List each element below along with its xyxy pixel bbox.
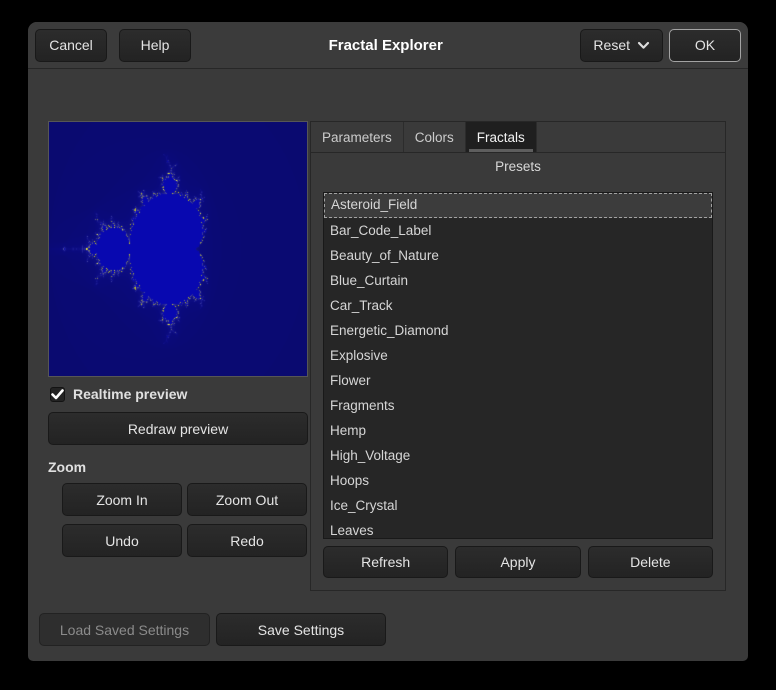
- preset-item[interactable]: Bar_Code_Label: [324, 218, 712, 243]
- realtime-preview-checkbox[interactable]: Realtime preview: [50, 385, 187, 403]
- redraw-preview-button[interactable]: Redraw preview: [48, 412, 308, 445]
- presets-title: Presets: [311, 159, 725, 174]
- undo-button[interactable]: Undo: [62, 524, 182, 557]
- fractal-preview-frame: [48, 121, 308, 377]
- titlebar-left-actions: Cancel Help: [35, 29, 191, 62]
- load-saved-settings-button: Load Saved Settings: [39, 613, 210, 646]
- preset-item[interactable]: Energetic_Diamond: [324, 318, 712, 343]
- preset-item[interactable]: Blue_Curtain: [324, 268, 712, 293]
- refresh-button[interactable]: Refresh: [323, 546, 448, 578]
- dialog-title: Fractal Explorer: [191, 37, 580, 54]
- realtime-preview-label: Realtime preview: [73, 386, 187, 402]
- preset-item[interactable]: Flower: [324, 368, 712, 393]
- preset-item[interactable]: Hemp: [324, 418, 712, 443]
- preset-item[interactable]: Beauty_of_Nature: [324, 243, 712, 268]
- tab-bar: ParametersColorsFractals: [311, 122, 725, 153]
- zoom-in-button[interactable]: Zoom In: [62, 483, 182, 516]
- fractal-explorer-dialog: Cancel Help Fractal Explorer Reset OK Re…: [28, 22, 748, 661]
- presets-list[interactable]: Asteroid_FieldBar_Code_LabelBeauty_of_Na…: [323, 192, 713, 539]
- titlebar-right-actions: Reset OK: [580, 29, 741, 62]
- preset-item[interactable]: High_Voltage: [324, 443, 712, 468]
- fractal-preview[interactable]: [49, 122, 307, 376]
- zoom-out-button[interactable]: Zoom Out: [187, 483, 307, 516]
- tab-fractals[interactable]: Fractals: [466, 122, 537, 152]
- tab-parameters[interactable]: Parameters: [311, 122, 404, 152]
- ok-button[interactable]: OK: [669, 29, 741, 62]
- preset-action-buttons: Refresh Apply Delete: [323, 546, 713, 578]
- save-settings-button[interactable]: Save Settings: [216, 613, 386, 646]
- preset-item[interactable]: Ice_Crystal: [324, 493, 712, 518]
- reset-dropdown-button[interactable]: Reset: [580, 29, 663, 62]
- settings-notebook: ParametersColorsFractals Presets Asteroi…: [310, 121, 726, 591]
- zoom-section-label: Zoom: [48, 459, 86, 475]
- titlebar: Cancel Help Fractal Explorer Reset OK: [28, 22, 748, 69]
- preset-item[interactable]: Car_Track: [324, 293, 712, 318]
- checkbox-checked-icon: [50, 387, 65, 402]
- zoom-button-grid: Zoom In Zoom Out Undo Redo: [62, 483, 307, 557]
- preset-item[interactable]: Fragments: [324, 393, 712, 418]
- cancel-button[interactable]: Cancel: [35, 29, 107, 62]
- delete-button[interactable]: Delete: [588, 546, 713, 578]
- reset-button-label: Reset: [593, 37, 630, 53]
- preset-item[interactable]: Explosive: [324, 343, 712, 368]
- redo-button[interactable]: Redo: [187, 524, 307, 557]
- preset-item[interactable]: Leaves: [324, 518, 712, 539]
- apply-button[interactable]: Apply: [455, 546, 580, 578]
- preset-item[interactable]: Asteroid_Field: [324, 193, 712, 218]
- preset-item[interactable]: Hoops: [324, 468, 712, 493]
- chevron-down-icon: [637, 37, 650, 53]
- tab-colors[interactable]: Colors: [404, 122, 466, 152]
- help-button[interactable]: Help: [119, 29, 191, 62]
